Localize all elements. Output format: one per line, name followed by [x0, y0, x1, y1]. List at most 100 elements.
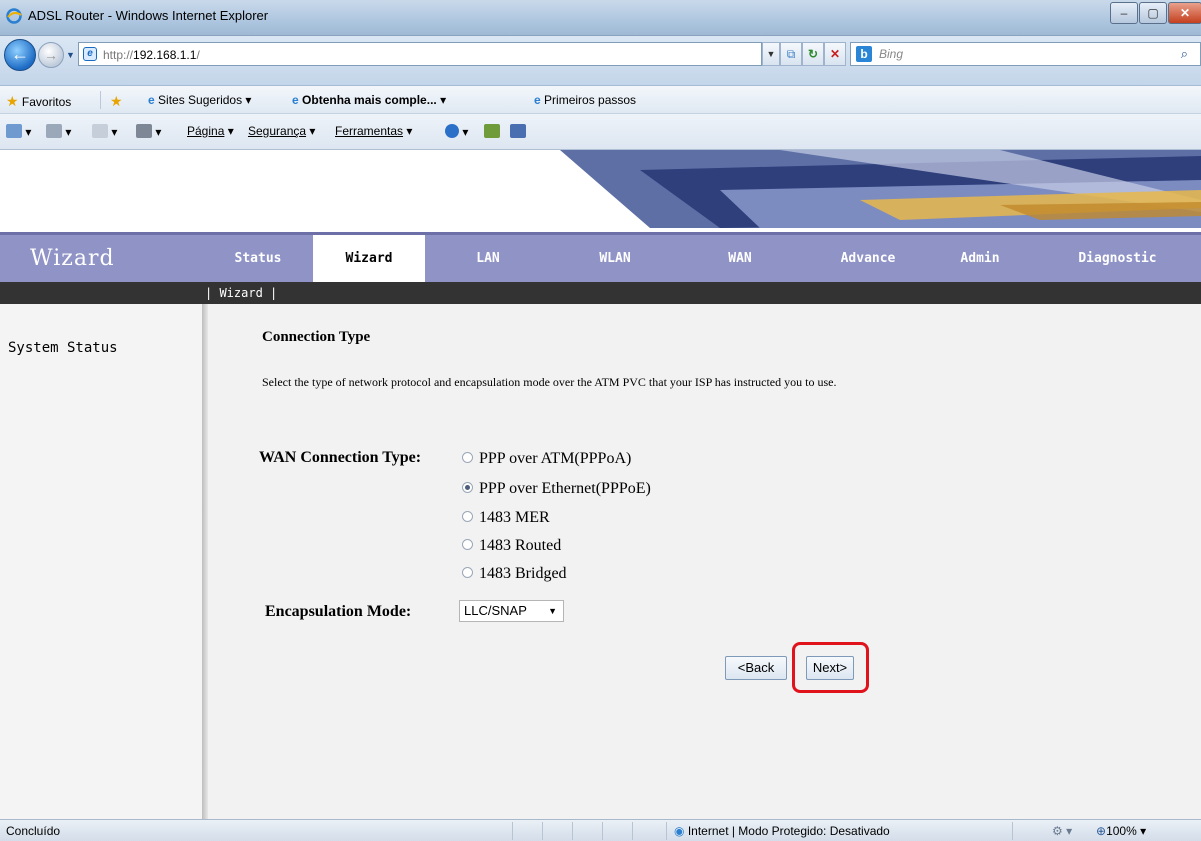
subnav-wizard-link[interactable]: | Wizard | — [205, 286, 277, 300]
command-bar: ▾ ▾ ▾ ▾ Página ▾ Segurança ▾ Ferramentas… — [0, 114, 1201, 150]
research-icon[interactable] — [484, 124, 500, 139]
tab-advance[interactable]: Advance — [818, 235, 918, 282]
radio-button[interactable] — [462, 452, 473, 463]
first-steps-link[interactable]: e Primeiros passos — [534, 93, 636, 107]
status-separator — [572, 822, 573, 840]
wizard-content: Connection Type Select the type of netwo… — [208, 304, 1201, 819]
router-page: Wizard Status Wizard LAN WLAN WAN Advanc… — [0, 150, 1201, 819]
safety-menu-label: Segurança — [248, 124, 307, 138]
radio-pppoa[interactable]: PPP over ATM(PPPoA) — [462, 450, 631, 468]
tab-wizard[interactable]: Wizard — [313, 235, 425, 282]
page-menu[interactable]: Página ▾ — [187, 124, 234, 138]
stop-icon[interactable]: ✕ — [824, 42, 846, 66]
highlight-annotation — [792, 642, 869, 693]
section-description: Select the type of network protocol and … — [262, 375, 837, 389]
tab-wan[interactable]: WAN — [700, 235, 780, 282]
radio-button[interactable] — [462, 511, 473, 522]
help-icon[interactable]: ▾ — [445, 124, 468, 139]
browser-forward-button[interactable]: → — [38, 42, 64, 68]
radio-label: PPP over ATM(PPPoA) — [479, 450, 632, 467]
tab-wlan[interactable]: WLAN — [575, 235, 655, 282]
encapsulation-mode-select[interactable]: LLC/SNAP ▼ — [459, 600, 564, 622]
safety-menu[interactable]: Segurança ▾ — [248, 124, 315, 138]
radio-1483-bridged[interactable]: 1483 Bridged — [462, 565, 567, 583]
tab-diagnostic[interactable]: Diagnostic — [1055, 235, 1180, 282]
page-icon: e — [83, 47, 97, 61]
messenger-icon[interactable] — [510, 124, 526, 139]
radio-1483-mer[interactable]: 1483 MER — [462, 509, 550, 527]
radio-label: 1483 MER — [479, 509, 550, 526]
encapsulation-mode-label: Encapsulation Mode: — [265, 603, 412, 620]
tools-menu[interactable]: Ferramentas ▾ — [335, 124, 412, 138]
radio-button[interactable] — [462, 539, 473, 550]
get-more-label: Obtenha mais comple... — [302, 93, 437, 107]
feeds-icon[interactable]: ▾ — [46, 124, 71, 139]
favorites-bar: ★ Favoritos ★ e Sites Sugeridos ▾ e Obte… — [0, 86, 1201, 114]
address-url[interactable]: http://192.168.1.1/ — [103, 48, 200, 62]
zone-indicator[interactable]: ◉ Internet | Modo Protegido: Desativado — [674, 824, 890, 838]
status-separator — [602, 822, 603, 840]
radio-label: 1483 Routed — [479, 537, 562, 554]
maximize-button[interactable]: ▢ — [1139, 2, 1167, 24]
security-icon[interactable]: ⚙ ▾ — [1052, 824, 1072, 838]
get-more-addons-link[interactable]: e Obtenha mais comple... ▾ — [292, 93, 446, 107]
address-dropdown-icon[interactable]: ▼ — [762, 42, 780, 66]
url-prefix: http:// — [103, 48, 134, 62]
radio-1483-routed[interactable]: 1483 Routed — [462, 537, 561, 555]
radio-button[interactable] — [462, 567, 473, 578]
suggested-sites-label: Sites Sugeridos — [158, 93, 243, 107]
history-dropdown-icon[interactable]: ▼ — [66, 50, 75, 60]
tab-lan[interactable]: LAN — [448, 235, 528, 282]
wan-connection-type-label: WAN Connection Type: — [259, 449, 422, 466]
status-separator — [666, 822, 667, 840]
status-text: Concluído — [6, 824, 61, 838]
close-window-button[interactable]: ✕ — [1168, 2, 1201, 24]
bing-logo-icon: b — [856, 46, 872, 62]
status-separator — [512, 822, 513, 840]
zoom-control[interactable]: ⊕100% ▾ — [1096, 824, 1146, 838]
title-bar: ADSL Router - Windows Internet Explorer … — [0, 0, 1201, 36]
separator — [100, 91, 101, 109]
print-icon[interactable]: ▾ — [136, 124, 161, 139]
ie-page-icon: e — [534, 93, 541, 107]
left-sidebar: System Status — [0, 304, 202, 819]
radio-label: 1483 Bridged — [479, 565, 567, 582]
compatibility-view-icon[interactable]: ⧉ — [780, 42, 802, 66]
home-icon[interactable]: ▾ — [6, 124, 31, 139]
address-bar[interactable]: e http://192.168.1.1/ — [78, 42, 762, 66]
suggested-sites-button[interactable]: e Sites Sugeridos ▾ — [148, 93, 251, 107]
status-bar: Concluído ◉ Internet | Modo Protegido: D… — [0, 819, 1201, 841]
ie-logo-icon — [6, 8, 22, 24]
zone-text: Internet | Modo Protegido: Desativado — [687, 824, 890, 838]
minimize-button[interactable]: – — [1110, 2, 1138, 24]
sidebar-item-system-status[interactable]: System Status — [8, 340, 118, 356]
back-button[interactable]: <Back — [725, 656, 787, 680]
search-input[interactable]: b Bing ⌕ — [850, 42, 1201, 66]
radio-label: PPP over Ethernet(PPPoE) — [479, 480, 651, 497]
navigation-row: ← → ▼ e http://192.168.1.1/ ▼ ⧉ ↻ ✕ b Bi… — [0, 36, 1201, 86]
add-favorites-icon[interactable]: ★ — [110, 93, 123, 110]
mail-icon[interactable]: ▾ — [92, 124, 117, 139]
globe-icon: ◉ — [674, 824, 685, 838]
favorites-star-icon: ★ — [6, 93, 19, 109]
chevron-down-icon: ▼ — [548, 606, 557, 616]
status-separator — [632, 822, 633, 840]
favorites-label: Favoritos — [21, 95, 72, 109]
section-title: Connection Type — [262, 329, 371, 345]
favorites-button[interactable]: ★ Favoritos — [6, 93, 71, 110]
url-host: 192.168.1.1 — [133, 48, 197, 62]
refresh-icon[interactable]: ↻ — [802, 42, 824, 66]
radio-pppoe[interactable]: PPP over Ethernet(PPPoE) — [462, 480, 651, 498]
window-title: ADSL Router - Windows Internet Explorer — [28, 8, 269, 23]
browser-back-button[interactable]: ← — [4, 39, 36, 71]
tab-status[interactable]: Status — [208, 235, 308, 282]
tab-admin[interactable]: Admin — [935, 235, 1025, 282]
page-menu-label: Página — [187, 124, 225, 138]
first-steps-label: Primeiros passos — [544, 93, 637, 107]
section-brand-title: Wizard — [30, 246, 115, 271]
search-icon[interactable]: ⌕ — [1181, 46, 1188, 62]
zoom-level: 100% — [1106, 824, 1137, 838]
ie-page-icon: e — [292, 93, 299, 107]
browser-window: ADSL Router - Windows Internet Explorer … — [0, 0, 1201, 841]
radio-button-selected[interactable] — [462, 482, 473, 493]
